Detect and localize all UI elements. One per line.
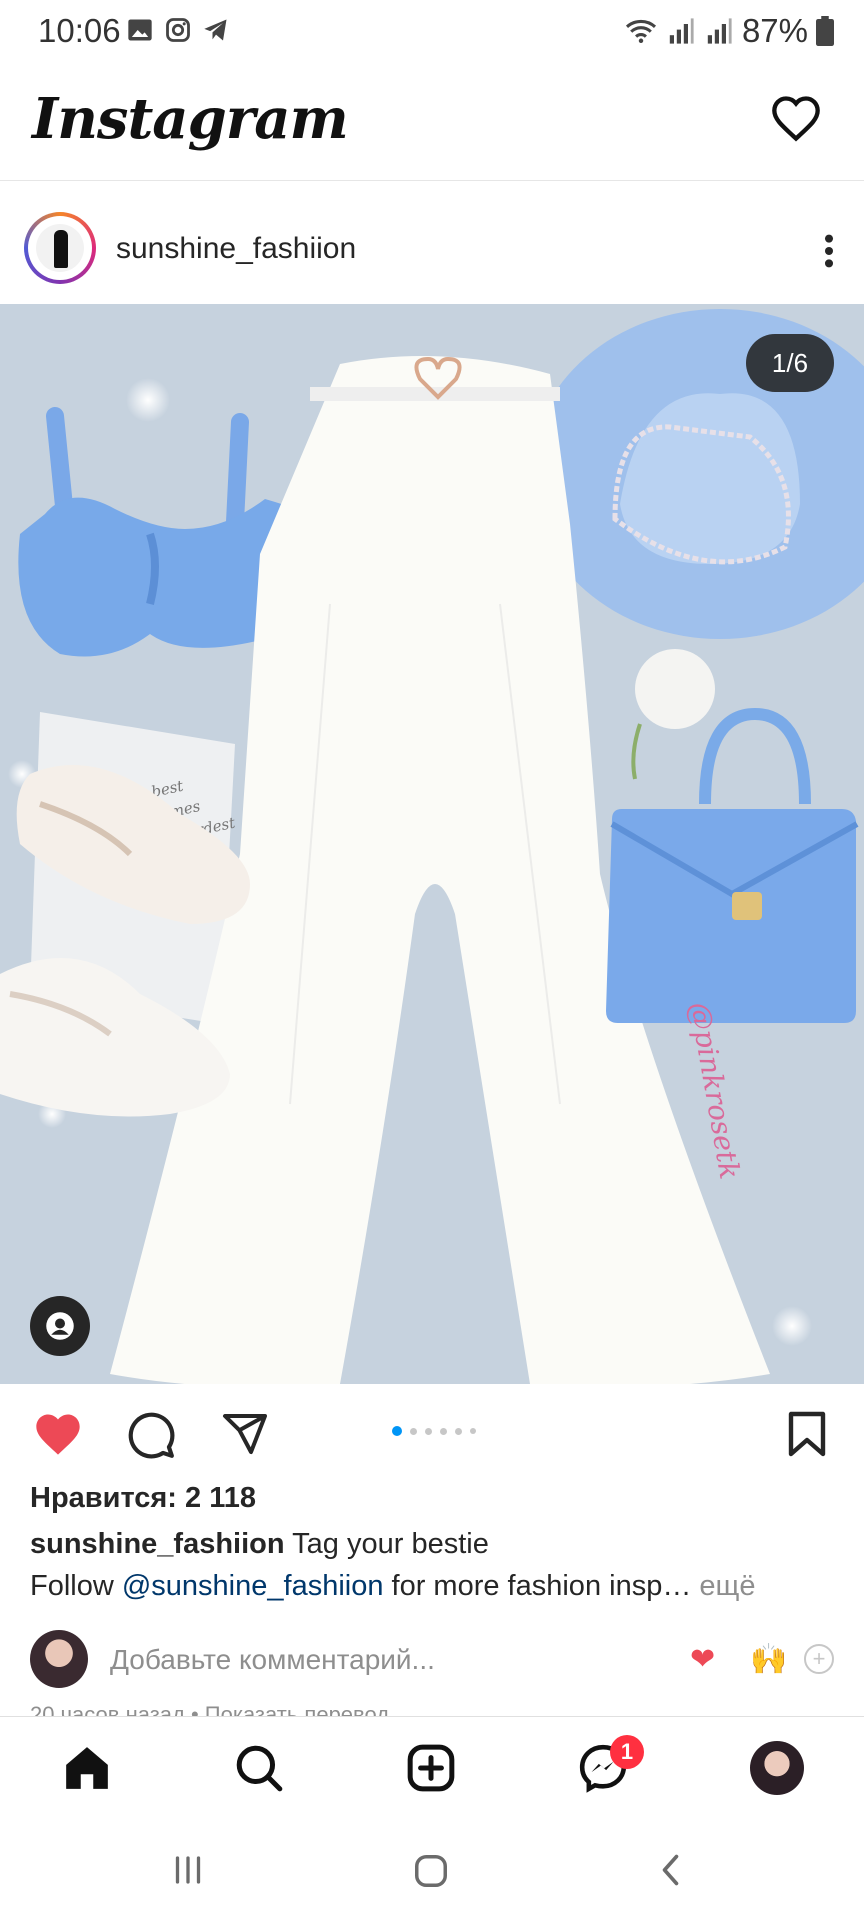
carousel-dot [440, 1427, 447, 1435]
profile-avatar-tab[interactable] [750, 1741, 804, 1795]
instagram-logo[interactable]: Instagram [32, 86, 349, 152]
more-options-icon[interactable] [824, 234, 834, 268]
notifications-heart-icon[interactable] [770, 94, 822, 142]
carousel-dot-active [392, 1426, 402, 1436]
messenger-unread-badge: 1 [610, 1735, 644, 1769]
gallery-icon [128, 19, 152, 41]
app-header: Instagram [0, 72, 864, 181]
home-icon[interactable] [62, 1743, 112, 1793]
signal-icon [669, 18, 694, 44]
carousel-dot [410, 1427, 417, 1435]
add-comment-row: Добавьте комментарий... ❤ 🙌 + [0, 1628, 864, 1696]
back-icon[interactable] [654, 1852, 690, 1888]
likes-count[interactable]: Нравится: 2 118 [30, 1482, 256, 1515]
caption-line-1: sunshine_fashiion Tag your bestie [30, 1528, 489, 1561]
recent-apps-icon[interactable] [170, 1852, 206, 1888]
search-icon[interactable] [234, 1743, 284, 1793]
battery-percent: 87% [741, 12, 808, 49]
bottom-navigation: 1 [0, 1716, 864, 1821]
more-reactions-icon[interactable]: + [804, 1644, 834, 1674]
carousel-dot [470, 1428, 476, 1434]
new-post-icon[interactable] [406, 1743, 456, 1793]
caption-more-link[interactable]: ещё [699, 1570, 755, 1602]
wifi-icon [625, 19, 656, 44]
caption-mention-link[interactable]: @sunshine_fashiion [122, 1570, 384, 1602]
user-icon [46, 1312, 74, 1340]
save-bookmark-icon[interactable] [786, 1410, 828, 1458]
carousel-indicator [392, 1426, 476, 1436]
post-actions [0, 1384, 864, 1474]
post-author-username[interactable]: sunshine_fashiion [116, 232, 356, 266]
like-heart-icon[interactable] [32, 1410, 84, 1458]
telegram-icon [204, 19, 227, 41]
quick-reaction-raised-hands[interactable]: 🙌 [750, 1642, 787, 1677]
current-user-avatar [30, 1630, 88, 1688]
status-notification-icons [126, 16, 230, 44]
battery-icon [816, 16, 834, 46]
home-button-icon[interactable] [412, 1852, 450, 1890]
status-system-icons: 87% [624, 12, 834, 50]
post-header: sunshine_fashiion [0, 182, 864, 304]
caption-username[interactable]: sunshine_fashiion [30, 1528, 285, 1560]
post-image[interactable]: The best view comes after the hardest cl… [0, 304, 864, 1384]
post-author-avatar[interactable] [24, 212, 96, 284]
slide-counter: 1/6 [746, 334, 834, 392]
caption-line2-prefix: Follow [30, 1570, 122, 1602]
add-comment-input[interactable]: Добавьте комментарий... [110, 1644, 435, 1676]
tagged-users-button[interactable] [30, 1296, 90, 1356]
carousel-dot [455, 1427, 462, 1435]
caption-line-2: Follow @sunshine_fashiion for more fashi… [30, 1570, 756, 1603]
status-time: 10:06 [38, 12, 121, 49]
carousel-dot [425, 1427, 432, 1435]
outfit-flatlay-illustration: The best view comes after the hardest cl… [0, 309, 864, 1384]
comment-icon[interactable] [126, 1410, 176, 1460]
quick-reaction-heart[interactable]: ❤ [690, 1642, 715, 1677]
share-icon[interactable] [220, 1410, 270, 1458]
instagram-status-icon [166, 18, 190, 42]
system-navigation-bar [0, 1820, 864, 1920]
signal-icon [707, 18, 732, 44]
caption-text: Tag your bestie [292, 1528, 489, 1560]
status-bar: 10:06 87% [0, 0, 864, 64]
caption-line2-suffix: for more fashion insp… [383, 1570, 692, 1602]
